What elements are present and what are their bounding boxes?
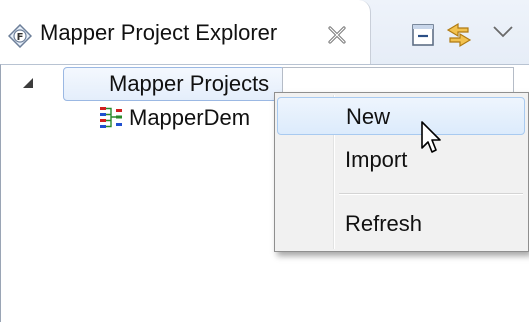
menu-item-label: Refresh [345,211,423,236]
view-menu-chevron-icon[interactable] [490,22,516,42]
close-icon[interactable] [326,24,348,46]
view-title: Mapper Project Explorer [40,20,278,45]
view-tab[interactable]: F Mapper Project Explorer [0,0,371,64]
link-with-editor-icon[interactable] [444,20,474,50]
context-menu: New Import Refresh [274,92,529,252]
view-tab-bar: F Mapper Project Explorer [0,0,529,64]
collapse-all-icon[interactable] [408,20,438,50]
menu-item-new[interactable]: New [277,97,525,135]
mouse-cursor-icon [421,121,441,153]
tree-item-label: MapperDem [129,105,251,130]
svg-text:F: F [17,32,24,43]
mapper-project-icon [100,107,122,128]
expanded-triangle-icon[interactable] [21,76,35,90]
menu-item-label: New [346,104,391,129]
mapper-explorer-icon: F [8,24,32,48]
menu-item-refresh[interactable]: Refresh [277,205,525,243]
mapper-project-explorer-view: F Mapper Project Explorer Mapper Project… [0,0,529,322]
menu-separator [339,193,523,195]
menu-item-label: Import [345,147,408,172]
tree-item-label: Mapper Projects [109,71,270,96]
menu-item-import[interactable]: Import [277,141,525,179]
